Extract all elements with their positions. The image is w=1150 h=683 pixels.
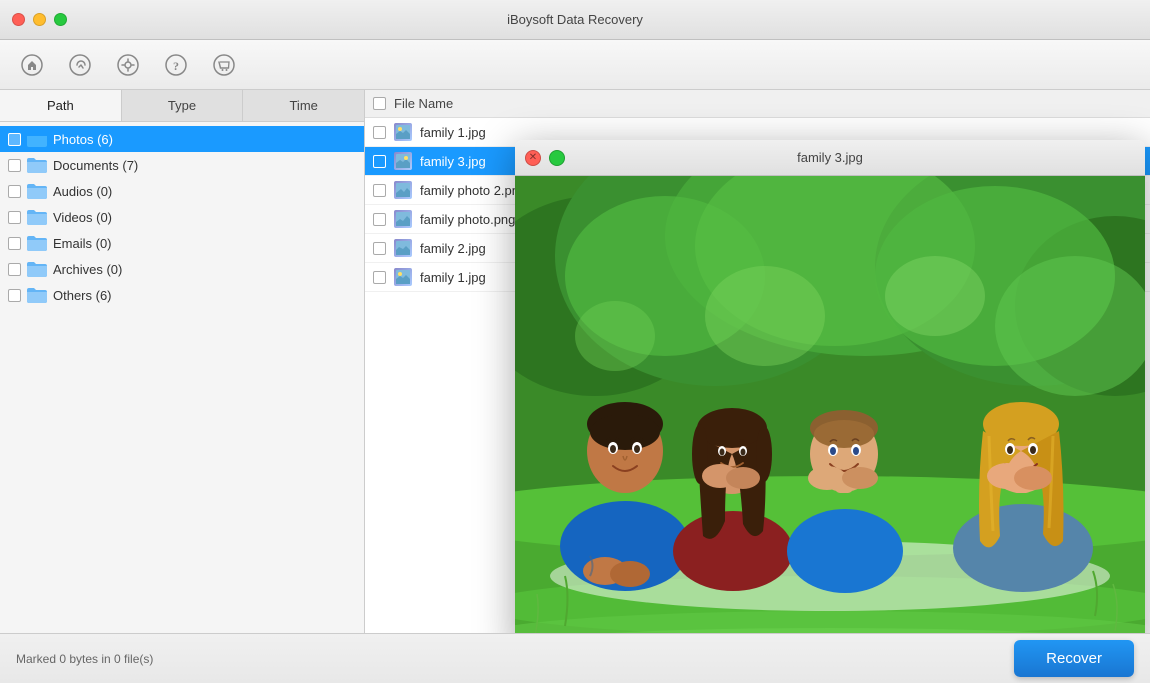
preview-prev-button[interactable] xyxy=(549,150,565,166)
audios-checkbox[interactable] xyxy=(8,185,21,198)
file-3-name: family photo.png xyxy=(420,212,515,227)
archives-label: Archives (0) xyxy=(53,262,122,277)
file-list-header: File Name xyxy=(365,90,1150,118)
file-4-checkbox[interactable] xyxy=(373,242,386,255)
file-1-checkbox[interactable] xyxy=(373,155,386,168)
main-content: Path Type Time Photos (6) Documents xyxy=(0,90,1150,633)
file-3-checkbox[interactable] xyxy=(373,213,386,226)
file-2-checkbox[interactable] xyxy=(373,184,386,197)
file-2-name: family photo 2.png xyxy=(420,183,526,198)
folder-icon-emails xyxy=(27,235,47,251)
tab-type[interactable]: Type xyxy=(122,90,244,121)
file-5-name: family 1.jpg xyxy=(420,270,486,285)
settings-icon[interactable] xyxy=(112,49,144,81)
svg-text:?: ? xyxy=(173,59,179,73)
file-4-name: family 2.jpg xyxy=(420,241,486,256)
scan-icon[interactable] xyxy=(64,49,96,81)
select-all-checkbox[interactable] xyxy=(373,97,386,110)
status-text: Marked 0 bytes in 0 file(s) xyxy=(16,652,153,666)
tree-item-documents[interactable]: Documents (7) xyxy=(0,152,364,178)
traffic-lights xyxy=(12,13,67,26)
cart-icon[interactable] xyxy=(208,49,240,81)
folder-icon-videos xyxy=(27,209,47,225)
close-button[interactable] xyxy=(12,13,25,26)
file-name-header: File Name xyxy=(394,96,453,111)
folder-icon-documents xyxy=(27,157,47,173)
photos-label: Photos (6) xyxy=(53,132,113,147)
preview-titlebar: ✕ family 3.jpg xyxy=(515,140,1145,176)
preview-controls: ✕ xyxy=(525,150,565,166)
file-0-checkbox[interactable] xyxy=(373,126,386,139)
preview-window: ✕ family 3.jpg xyxy=(515,140,1145,633)
archives-checkbox[interactable] xyxy=(8,263,21,276)
file-5-checkbox[interactable] xyxy=(373,271,386,284)
folder-icon-archives xyxy=(27,261,47,277)
photos-checkbox[interactable] xyxy=(8,133,21,146)
folder-icon-photos xyxy=(27,131,47,147)
toolbar: ? xyxy=(0,40,1150,90)
others-checkbox[interactable] xyxy=(8,289,21,302)
tabs-container: Path Type Time xyxy=(0,90,364,122)
tab-path[interactable]: Path xyxy=(0,90,122,121)
tree-item-photos[interactable]: Photos (6) xyxy=(0,126,364,152)
file-0-thumb xyxy=(394,123,412,141)
documents-label: Documents (7) xyxy=(53,158,138,173)
recover-button[interactable]: Recover xyxy=(1014,640,1134,677)
title-bar: iBoysoft Data Recovery xyxy=(0,0,1150,40)
file-4-thumb xyxy=(394,239,412,257)
videos-label: Videos (0) xyxy=(53,210,112,225)
emails-checkbox[interactable] xyxy=(8,237,21,250)
documents-checkbox[interactable] xyxy=(8,159,21,172)
file-2-thumb xyxy=(394,181,412,199)
maximize-button[interactable] xyxy=(54,13,67,26)
videos-checkbox[interactable] xyxy=(8,211,21,224)
tree-item-archives[interactable]: Archives (0) xyxy=(0,256,364,282)
tab-time[interactable]: Time xyxy=(243,90,364,121)
file-1-name: family 3.jpg xyxy=(420,154,486,169)
tree-item-videos[interactable]: Videos (0) xyxy=(0,204,364,230)
emails-label: Emails (0) xyxy=(53,236,112,251)
folder-icon-others xyxy=(27,287,47,303)
file-3-thumb xyxy=(394,210,412,228)
file-5-thumb xyxy=(394,268,412,286)
preview-image-area xyxy=(515,176,1145,633)
file-1-thumb xyxy=(394,152,412,170)
tree-item-others[interactable]: Others (6) xyxy=(0,282,364,308)
family-photo-svg xyxy=(515,176,1145,633)
preview-title: family 3.jpg xyxy=(797,150,863,165)
app-title: iBoysoft Data Recovery xyxy=(507,12,643,27)
preview-close-button[interactable]: ✕ xyxy=(525,150,541,166)
tree-item-emails[interactable]: Emails (0) xyxy=(0,230,364,256)
status-bar: Marked 0 bytes in 0 file(s) Recover xyxy=(0,633,1150,683)
help-icon[interactable]: ? xyxy=(160,49,192,81)
tree-list: Photos (6) Documents (7) Audios (0) xyxy=(0,122,364,633)
left-panel: Path Type Time Photos (6) Documents xyxy=(0,90,365,633)
tree-item-audios[interactable]: Audios (0) xyxy=(0,178,364,204)
file-0-name: family 1.jpg xyxy=(420,125,486,140)
others-label: Others (6) xyxy=(53,288,112,303)
audios-label: Audios (0) xyxy=(53,184,112,199)
folder-icon-audios xyxy=(27,183,47,199)
home-icon[interactable] xyxy=(16,49,48,81)
minimize-button[interactable] xyxy=(33,13,46,26)
